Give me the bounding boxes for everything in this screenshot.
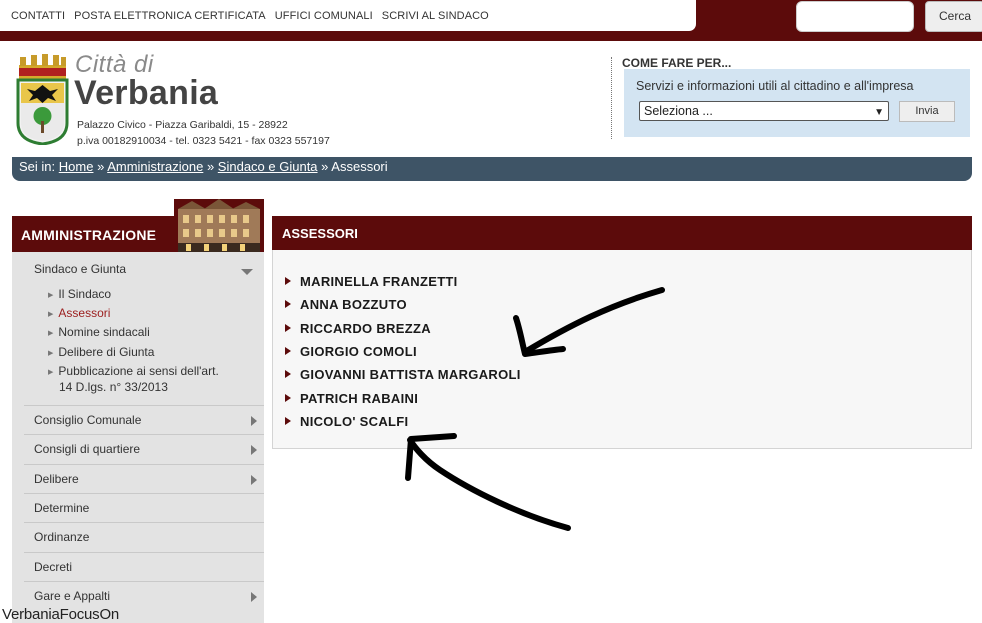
assessori-list: MARINELLA FRANZETTI ANNA BOZZUTO RICCARD…	[272, 250, 972, 449]
chevron-right-icon	[251, 445, 257, 455]
breadcrumb-separator: »	[97, 159, 105, 174]
sidebar-item-ordinanze[interactable]: Ordinanze	[24, 522, 264, 551]
sidebar-subitem-il-sindaco[interactable]: ▶ Il Sindaco	[48, 287, 111, 303]
breadcrumb-current: Assessori	[331, 159, 388, 174]
search-input[interactable]	[796, 1, 914, 32]
sidebar-header: AMMINISTRAZIONE	[12, 199, 264, 252]
sidebar-title: AMMINISTRAZIONE	[21, 227, 157, 243]
bullet-icon: ▶	[48, 369, 54, 376]
howto-select-value: Seleziona ...	[644, 104, 713, 118]
sidebar-subitem-delibere-di-giunta[interactable]: ▶ Delibere di Giunta	[48, 345, 154, 361]
breadcrumb: Sei in: Home » Amministrazione » Sindaco…	[12, 157, 972, 181]
address-line: Palazzo Civico - Piazza Garibaldi, 15 - …	[77, 119, 288, 131]
main-header: ASSESSORI	[272, 216, 972, 250]
link-scrivi-al-sindaco[interactable]: SCRIVI AL SINDACO	[382, 10, 489, 22]
sidebar-subitem-pubblicazione[interactable]: ▶ Pubblicazione ai sensi dell'art. 14 D.lg…	[48, 364, 219, 394]
bullet-icon	[285, 300, 291, 308]
bullet-icon	[285, 394, 291, 402]
chevron-right-icon	[251, 475, 257, 485]
sidebar-item-delibere[interactable]: Delibere	[24, 464, 264, 493]
sidebar-item-decreti[interactable]: Decreti	[24, 552, 264, 581]
sidebar-subitem-assessori[interactable]: ▶ Assessori	[48, 306, 110, 322]
sidebar-item-determine[interactable]: Determine	[24, 493, 264, 522]
list-item[interactable]: MARINELLA FRANZETTI	[285, 274, 458, 289]
sidebar-item-consigli-di-quartiere[interactable]: Consigli di quartiere	[24, 434, 264, 463]
sidebar-item-consiglio-comunale[interactable]: Consiglio Comunale	[24, 405, 264, 434]
sidebar-menu: Sindaco e Giunta ▶ Il Sindaco ▶ Assessori …	[12, 252, 264, 623]
breadcrumb-amministrazione[interactable]: Amministrazione	[107, 159, 203, 174]
bullet-icon: ▶	[48, 350, 54, 357]
breadcrumb-prefix: Sei in:	[19, 159, 56, 174]
arrow-lower	[407, 437, 571, 531]
list-item[interactable]: PATRICH RABAINI	[285, 391, 418, 406]
breadcrumb-separator: »	[206, 159, 215, 174]
town-hall-image	[174, 199, 264, 252]
link-contatti[interactable]: CONTATTI	[11, 10, 65, 22]
link-uffici-comunali[interactable]: UFFICI COMUNALI	[275, 10, 373, 22]
bullet-icon	[285, 277, 291, 285]
howto-title: COME FARE PER...	[622, 56, 732, 70]
bullet-icon: ▶	[48, 292, 54, 299]
howto-select[interactable]: Seleziona ... ▼	[639, 101, 889, 121]
breadcrumb-sindaco-giunta[interactable]: Sindaco e Giunta	[218, 159, 318, 174]
breadcrumb-home[interactable]: Home	[59, 159, 94, 174]
top-links: CONTATTI POSTA ELETTRONICA CERTIFICATA U…	[0, 0, 696, 31]
bullet-icon: ▶	[48, 330, 54, 337]
chevron-down-icon: ▼	[874, 107, 884, 118]
bullet-icon: ▶	[48, 311, 54, 318]
list-item[interactable]: GIOVANNI BATTISTA MARGAROLI	[285, 367, 521, 382]
city-crest-icon[interactable]	[15, 53, 70, 145]
howto-description: Servizi e informazioni utili al cittadin…	[636, 79, 914, 93]
divider	[611, 57, 612, 139]
list-item[interactable]: RICCARDO BREZZA	[285, 321, 431, 336]
bullet-icon	[285, 347, 291, 355]
page-title: ASSESSORI	[282, 226, 358, 241]
bullet-icon	[285, 417, 291, 425]
howto-panel: Servizi e informazioni utili al cittadin…	[624, 69, 970, 137]
list-item[interactable]: NICOLO' SCALFI	[285, 414, 408, 429]
vat-phone-line: p.iva 00182910034 - tel. 0323 5421 - fax…	[77, 135, 330, 147]
bullet-icon	[285, 324, 291, 332]
link-pec[interactable]: POSTA ELETTRONICA CERTIFICATA	[74, 10, 266, 22]
bullet-icon	[285, 370, 291, 378]
watermark: VerbaniaFocusOn	[2, 606, 120, 623]
address-block: Palazzo Civico - Piazza Garibaldi, 15 - …	[77, 117, 330, 149]
breadcrumb-separator: »	[321, 159, 329, 174]
sidebar-subitem-nomine-sindacali[interactable]: ▶ Nomine sindacali	[48, 325, 150, 341]
list-item[interactable]: GIORGIO COMOLI	[285, 344, 417, 359]
chevron-right-icon	[251, 592, 257, 602]
sidebar-item-sindaco-e-giunta[interactable]: Sindaco e Giunta	[34, 262, 126, 276]
top-bar: CONTATTI POSTA ELETTRONICA CERTIFICATA U…	[0, 0, 982, 41]
chevron-down-icon[interactable]	[241, 269, 253, 275]
howto-submit-button[interactable]: Invia	[899, 101, 955, 122]
list-item[interactable]: ANNA BOZZUTO	[285, 297, 407, 312]
search-button[interactable]: Cerca	[925, 1, 982, 32]
chevron-right-icon	[251, 416, 257, 426]
city-name[interactable]: Verbania	[74, 74, 218, 113]
